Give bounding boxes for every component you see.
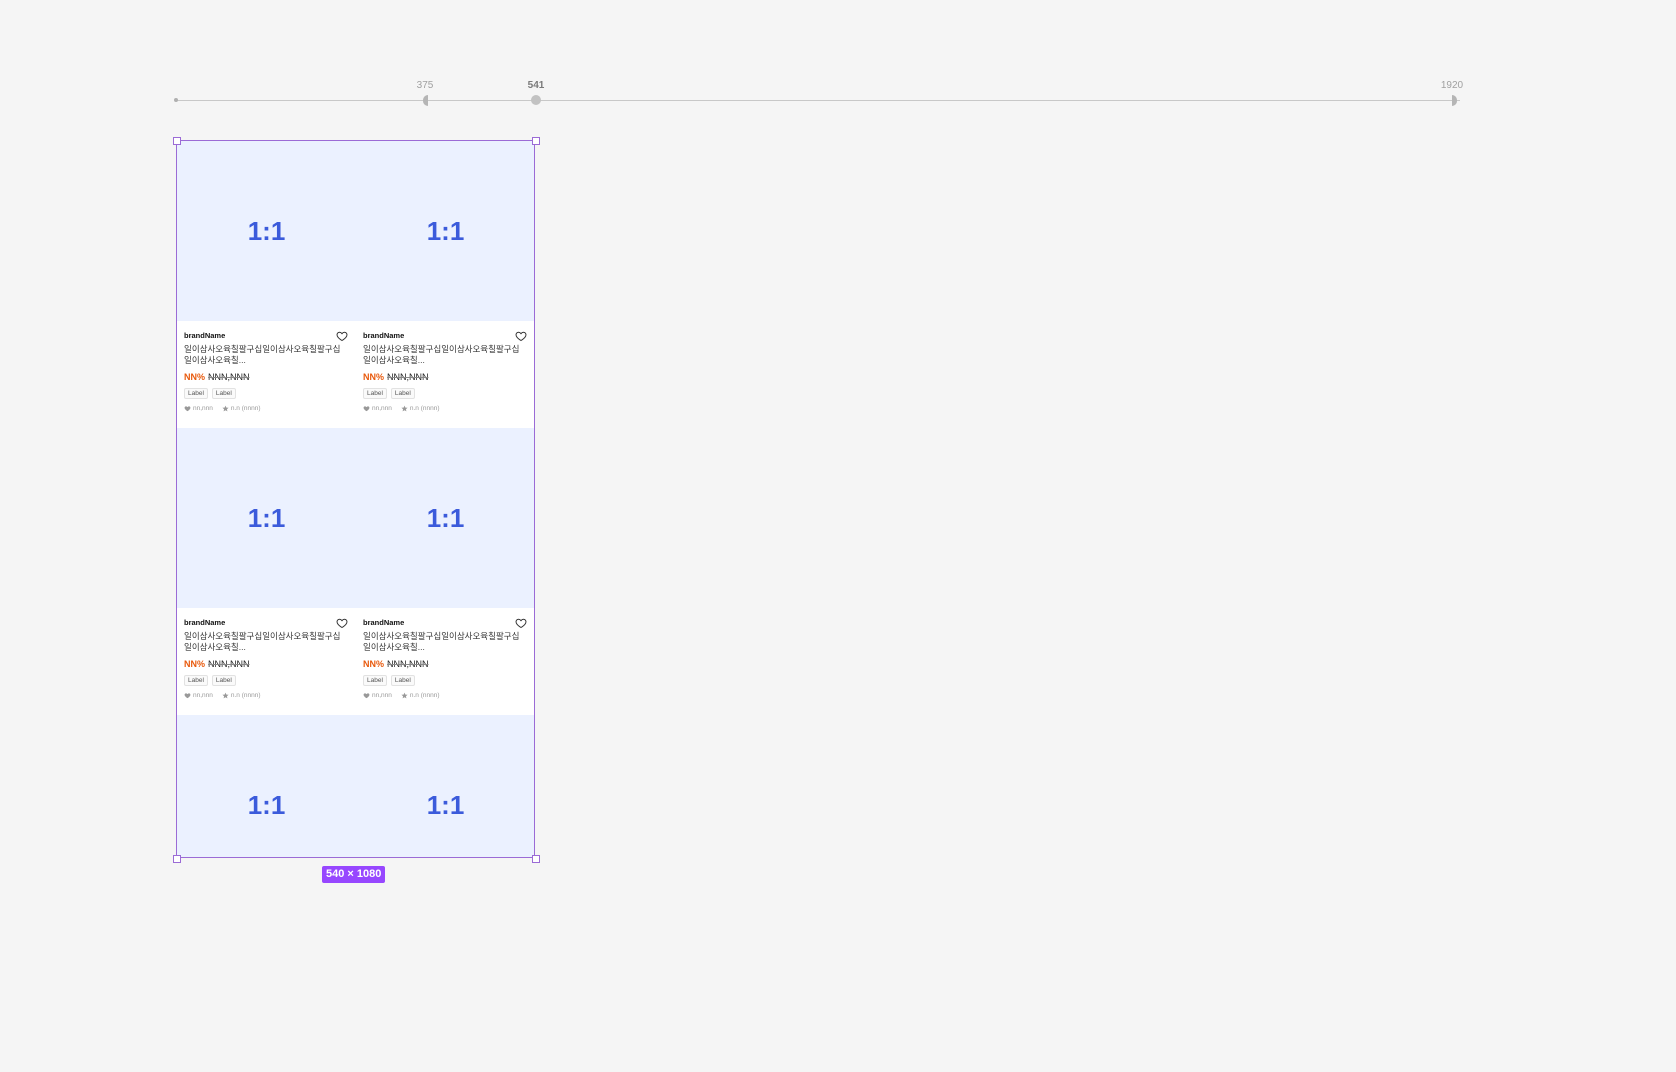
- frame-resize-handle-br[interactable]: [532, 855, 540, 863]
- ruler-label-min: 375: [416, 80, 434, 91]
- product-stats: nn,nnn n.n (nnnn): [363, 692, 529, 699]
- product-image-placeholder: 1:1: [356, 715, 534, 857]
- product-label: Label: [390, 388, 415, 399]
- heart-icon[interactable]: [336, 330, 348, 342]
- label-list: Label Label: [184, 388, 350, 399]
- aspect-ratio-label: 1:1: [247, 502, 286, 533]
- product-card[interactable]: 1:1 brandName 일이삼사오육칠팔구십일이삼사오육칠팔구십일이삼사오육…: [177, 428, 356, 715]
- like-count: nn,nnn: [193, 405, 213, 412]
- ruler-min-handle[interactable]: [423, 95, 428, 106]
- product-image-placeholder: 1:1: [356, 141, 534, 321]
- frame-resize-handle-tl[interactable]: [173, 137, 181, 145]
- discount-rate: NN%: [363, 372, 385, 382]
- star-icon: [401, 405, 408, 412]
- product-info: brandName 일이삼사오육칠팔구십일이삼사오육칠팔구십일이삼사오육칠...…: [177, 608, 356, 715]
- product-label: Label: [390, 675, 415, 686]
- frame-resize-handle-bl[interactable]: [173, 855, 181, 863]
- frame-resize-handle-tr[interactable]: [532, 137, 540, 145]
- like-count: nn,nnn: [372, 405, 392, 412]
- product-info: brandName 일이삼사오육칠팔구십일이삼사오육칠팔구십일이삼사오육칠...…: [356, 608, 534, 715]
- aspect-ratio-label: 1:1: [247, 789, 286, 820]
- product-image-placeholder: 1:1: [177, 715, 356, 857]
- brand-name: brandName: [184, 331, 226, 340]
- brand-name: brandName: [363, 331, 405, 340]
- price: NNN,NNN: [208, 659, 250, 669]
- heart-filled-icon: [184, 693, 191, 699]
- heart-icon[interactable]: [515, 330, 527, 342]
- heart-filled-icon: [363, 693, 370, 699]
- price: NNN,NNN: [208, 372, 250, 382]
- price: NNN,NNN: [387, 659, 429, 669]
- like-count: nn,nnn: [193, 692, 213, 699]
- ruler-label-current: 541: [527, 80, 545, 91]
- product-title: 일이삼사오육칠팔구십일이삼사오육칠팔구십일이삼사오육칠...: [363, 344, 520, 365]
- star-icon: [222, 692, 229, 699]
- ruler-current-knob[interactable]: [531, 95, 541, 105]
- device-frame[interactable]: 1:1 brandName 일이삼사오육칠팔구십일이삼사오육칠팔구십일이삼사오육…: [176, 140, 535, 858]
- heart-icon[interactable]: [336, 617, 348, 629]
- product-card[interactable]: 1:1 brandName 일이삼사오육칠팔구십일이삼사오육칠팔구십일이삼사오육…: [177, 141, 356, 428]
- aspect-ratio-label: 1:1: [247, 215, 286, 246]
- heart-filled-icon: [363, 406, 370, 412]
- discount-rate: NN%: [184, 372, 206, 382]
- price-row: NN% NNN,NNN: [184, 658, 350, 670]
- rating: n.n (nnnn): [230, 405, 261, 412]
- product-title: 일이삼사오육칠팔구십일이삼사오육칠팔구십일이삼사오육칠...: [184, 344, 341, 365]
- frame-size-badge: 540 × 1080: [322, 866, 386, 883]
- product-title: 일이삼사오육칠팔구십일이삼사오육칠팔구십일이삼사오육칠...: [184, 631, 341, 652]
- label-list: Label Label: [184, 675, 350, 686]
- rating: n.n (nnnn): [409, 692, 440, 699]
- product-stats: nn,nnn n.n (nnnn): [184, 692, 350, 699]
- product-card[interactable]: 1:1: [356, 715, 534, 857]
- product-info: brandName 일이삼사오육칠팔구십일이삼사오육칠팔구십일이삼사오육칠...…: [356, 321, 534, 428]
- discount-rate: NN%: [363, 659, 385, 669]
- ruler-max-handle[interactable]: [1452, 95, 1457, 106]
- product-card[interactable]: 1:1 brandName 일이삼사오육칠팔구십일이삼사오육칠팔구십일이삼사오육…: [356, 141, 534, 428]
- aspect-ratio-label: 1:1: [426, 789, 465, 820]
- label-list: Label Label: [363, 388, 529, 399]
- product-card[interactable]: 1:1 brandName 일이삼사오육칠팔구십일이삼사오육칠팔구십일이삼사오육…: [356, 428, 534, 715]
- product-grid: 1:1 brandName 일이삼사오육칠팔구십일이삼사오육칠팔구십일이삼사오육…: [177, 141, 534, 857]
- ruler-label-max: 1920: [1440, 80, 1464, 91]
- ruler-start-dot: [174, 98, 178, 102]
- aspect-ratio-label: 1:1: [426, 502, 465, 533]
- product-image-placeholder: 1:1: [177, 428, 356, 608]
- product-label: Label: [211, 675, 236, 686]
- breakpoint-ruler[interactable]: 375 541 1920: [174, 80, 1464, 110]
- price-row: NN% NNN,NNN: [363, 371, 529, 383]
- product-label: Label: [363, 388, 387, 399]
- discount-rate: NN%: [184, 659, 206, 669]
- brand-name: brandName: [184, 618, 226, 627]
- product-image-placeholder: 1:1: [356, 428, 534, 608]
- product-label: Label: [363, 675, 387, 686]
- star-icon: [222, 405, 229, 412]
- price-row: NN% NNN,NNN: [363, 658, 529, 670]
- heart-icon[interactable]: [515, 617, 527, 629]
- product-label: Label: [211, 388, 236, 399]
- price-row: NN% NNN,NNN: [184, 371, 350, 383]
- product-info: brandName 일이삼사오육칠팔구십일이삼사오육칠팔구십일이삼사오육칠...…: [177, 321, 356, 428]
- product-label: Label: [184, 388, 208, 399]
- aspect-ratio-label: 1:1: [426, 215, 465, 246]
- star-icon: [401, 692, 408, 699]
- rating: n.n (nnnn): [409, 405, 440, 412]
- product-stats: nn,nnn n.n (nnnn): [363, 405, 529, 412]
- rating: n.n (nnnn): [230, 692, 261, 699]
- product-image-placeholder: 1:1: [177, 141, 356, 321]
- product-stats: nn,nnn n.n (nnnn): [184, 405, 350, 412]
- brand-name: brandName: [363, 618, 405, 627]
- heart-filled-icon: [184, 406, 191, 412]
- label-list: Label Label: [363, 675, 529, 686]
- product-label: Label: [184, 675, 208, 686]
- price: NNN,NNN: [387, 372, 429, 382]
- like-count: nn,nnn: [372, 692, 392, 699]
- product-card[interactable]: 1:1: [177, 715, 356, 857]
- ruler-track: [175, 100, 1460, 101]
- product-title: 일이삼사오육칠팔구십일이삼사오육칠팔구십일이삼사오육칠...: [363, 631, 520, 652]
